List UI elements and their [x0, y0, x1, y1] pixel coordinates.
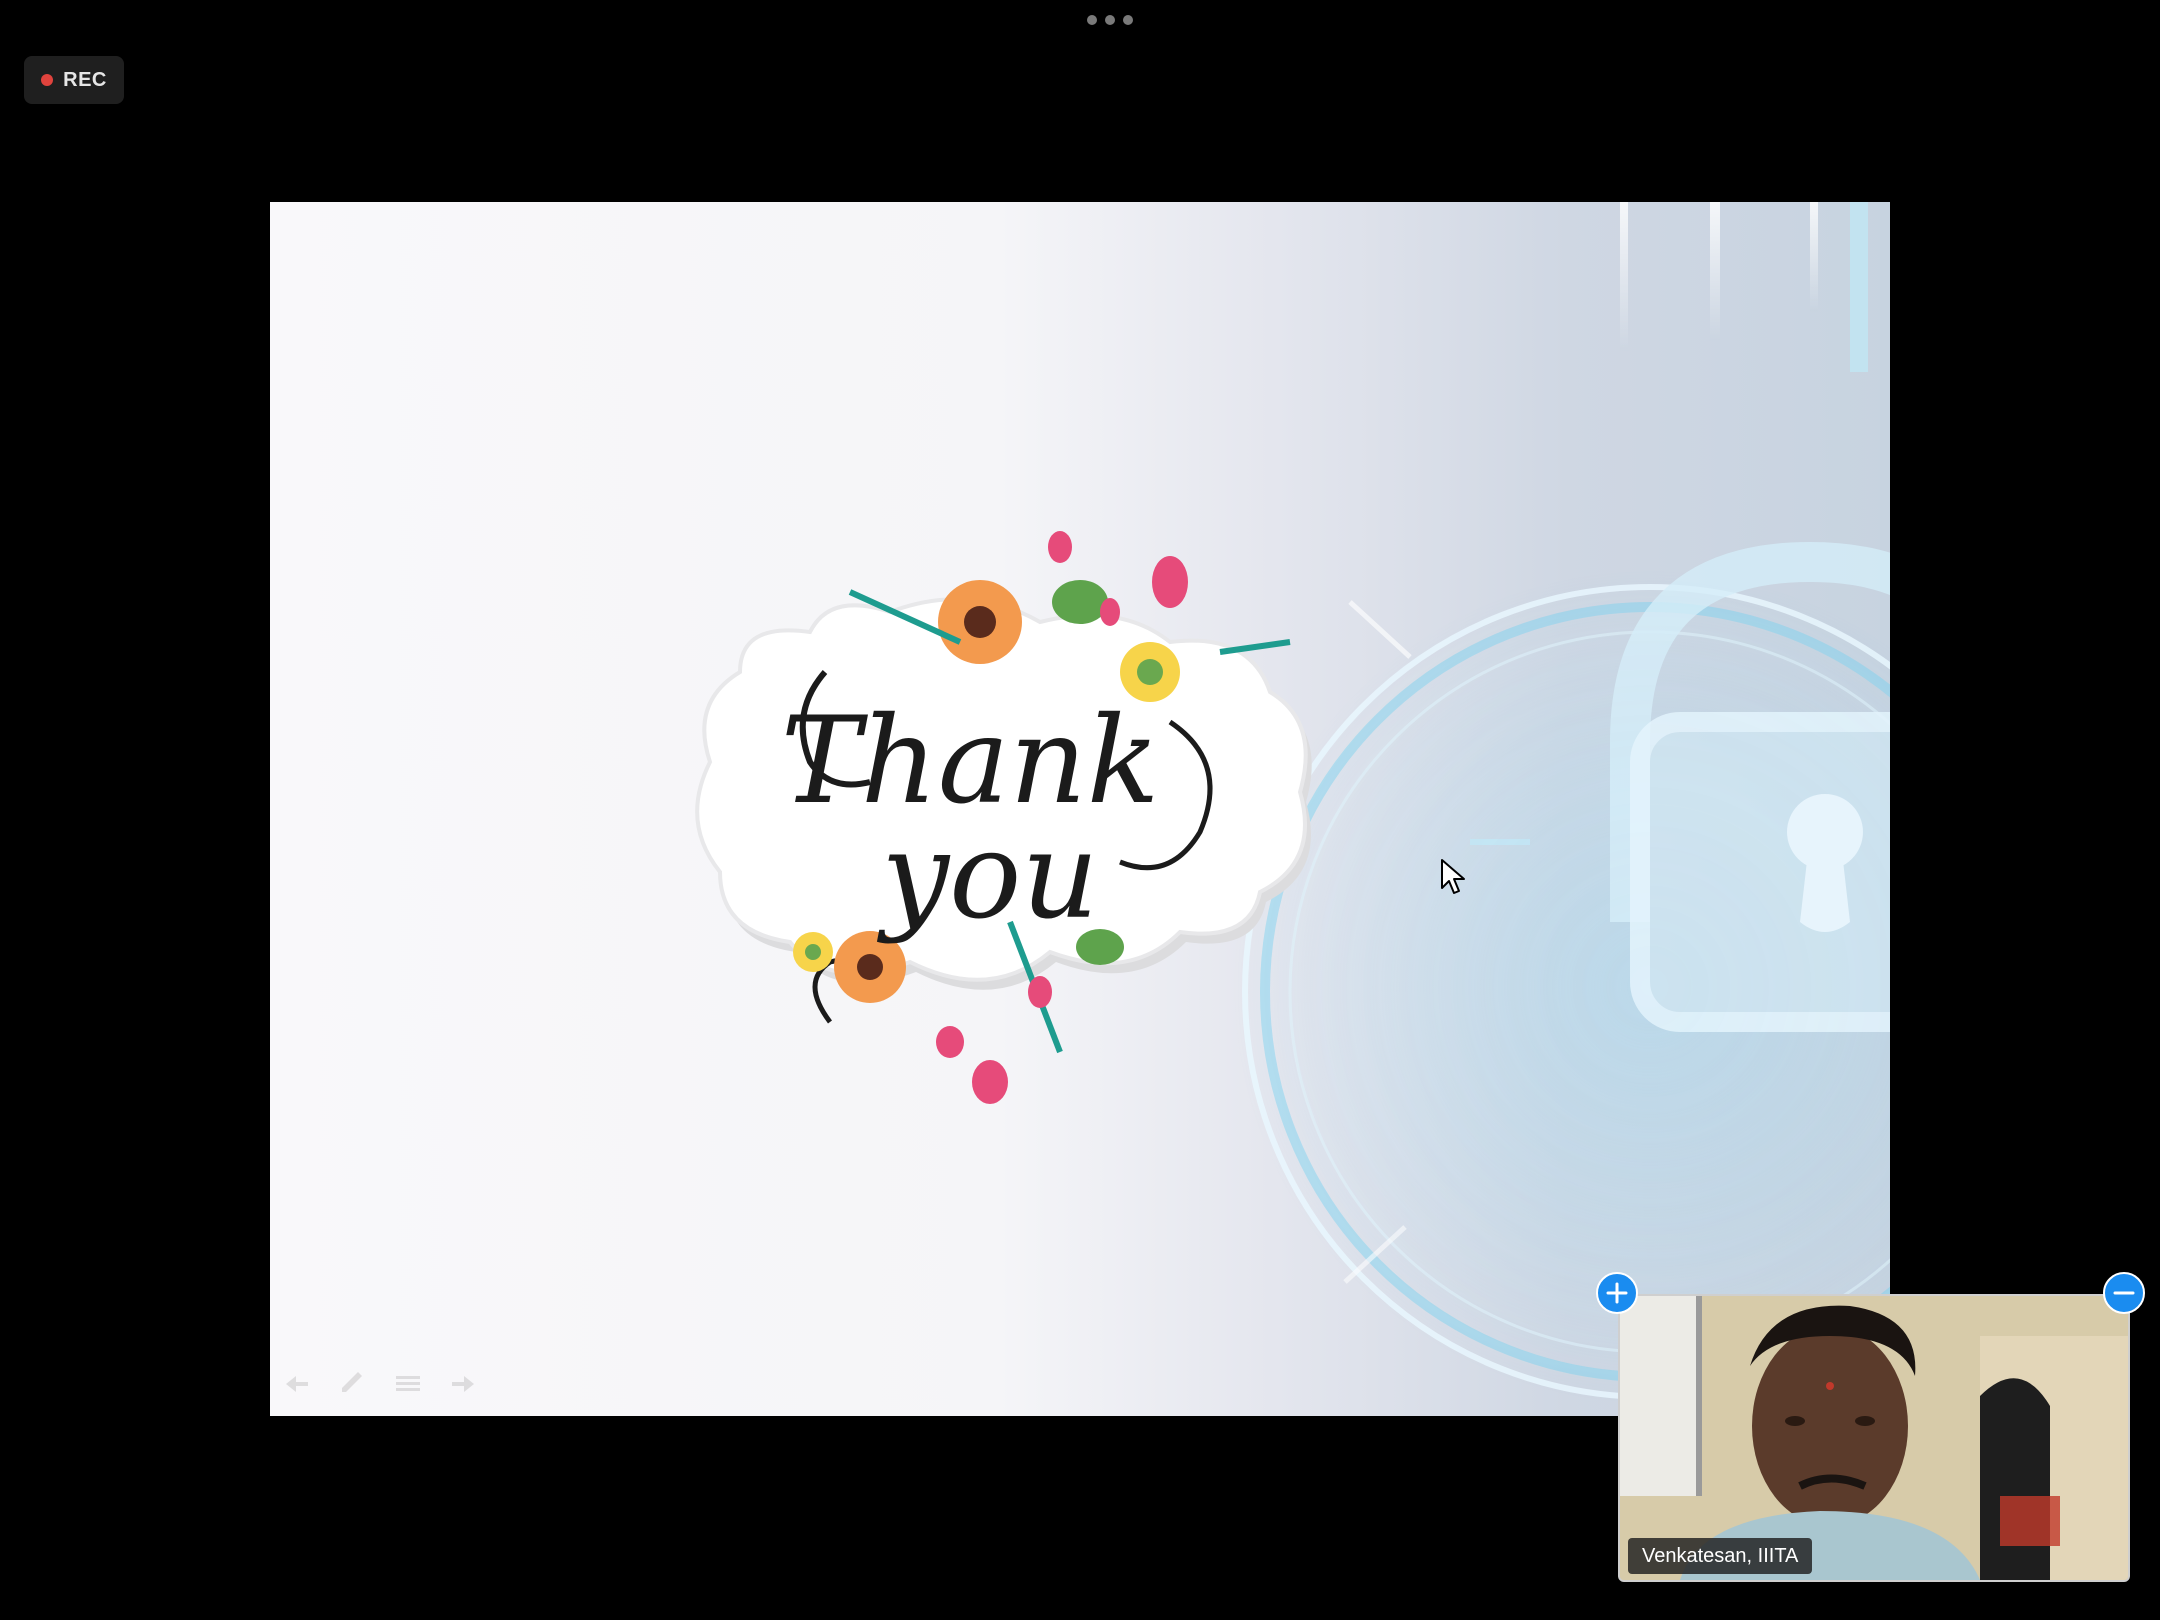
slide-heading-line2: you	[876, 807, 1098, 946]
more-options-icon[interactable]	[1055, 12, 1165, 28]
dot	[1105, 15, 1115, 25]
recording-dot-icon	[41, 74, 54, 86]
add-button[interactable]	[1596, 1272, 1638, 1314]
shared-slide: Thank you	[270, 202, 1890, 1416]
mouse-pointer-icon	[1441, 859, 1465, 894]
prev-slide-icon[interactable]	[282, 1372, 310, 1396]
dot	[1087, 15, 1097, 25]
plus-icon	[1606, 1282, 1628, 1304]
dot	[1123, 15, 1133, 25]
minimize-button[interactable]	[2103, 1272, 2145, 1314]
slide-controls[interactable]	[282, 1372, 478, 1396]
padlock-icon	[1230, 202, 1890, 1407]
next-slide-icon[interactable]	[450, 1372, 478, 1396]
participant-name-tag: Venkatesan, IIITA	[1628, 1538, 1813, 1574]
menu-icon[interactable]	[394, 1372, 422, 1396]
minus-icon	[2113, 1291, 2135, 1295]
pen-icon[interactable]	[338, 1372, 366, 1396]
participant-video-tile[interactable]: Venkatesan, IIITA	[1618, 1294, 2130, 1582]
recording-label: REC	[63, 68, 107, 91]
recording-badge: REC	[24, 56, 124, 104]
slide-artwork: Thank you	[695, 202, 1890, 1407]
thank-you-badge: Thank you	[695, 531, 1312, 1104]
